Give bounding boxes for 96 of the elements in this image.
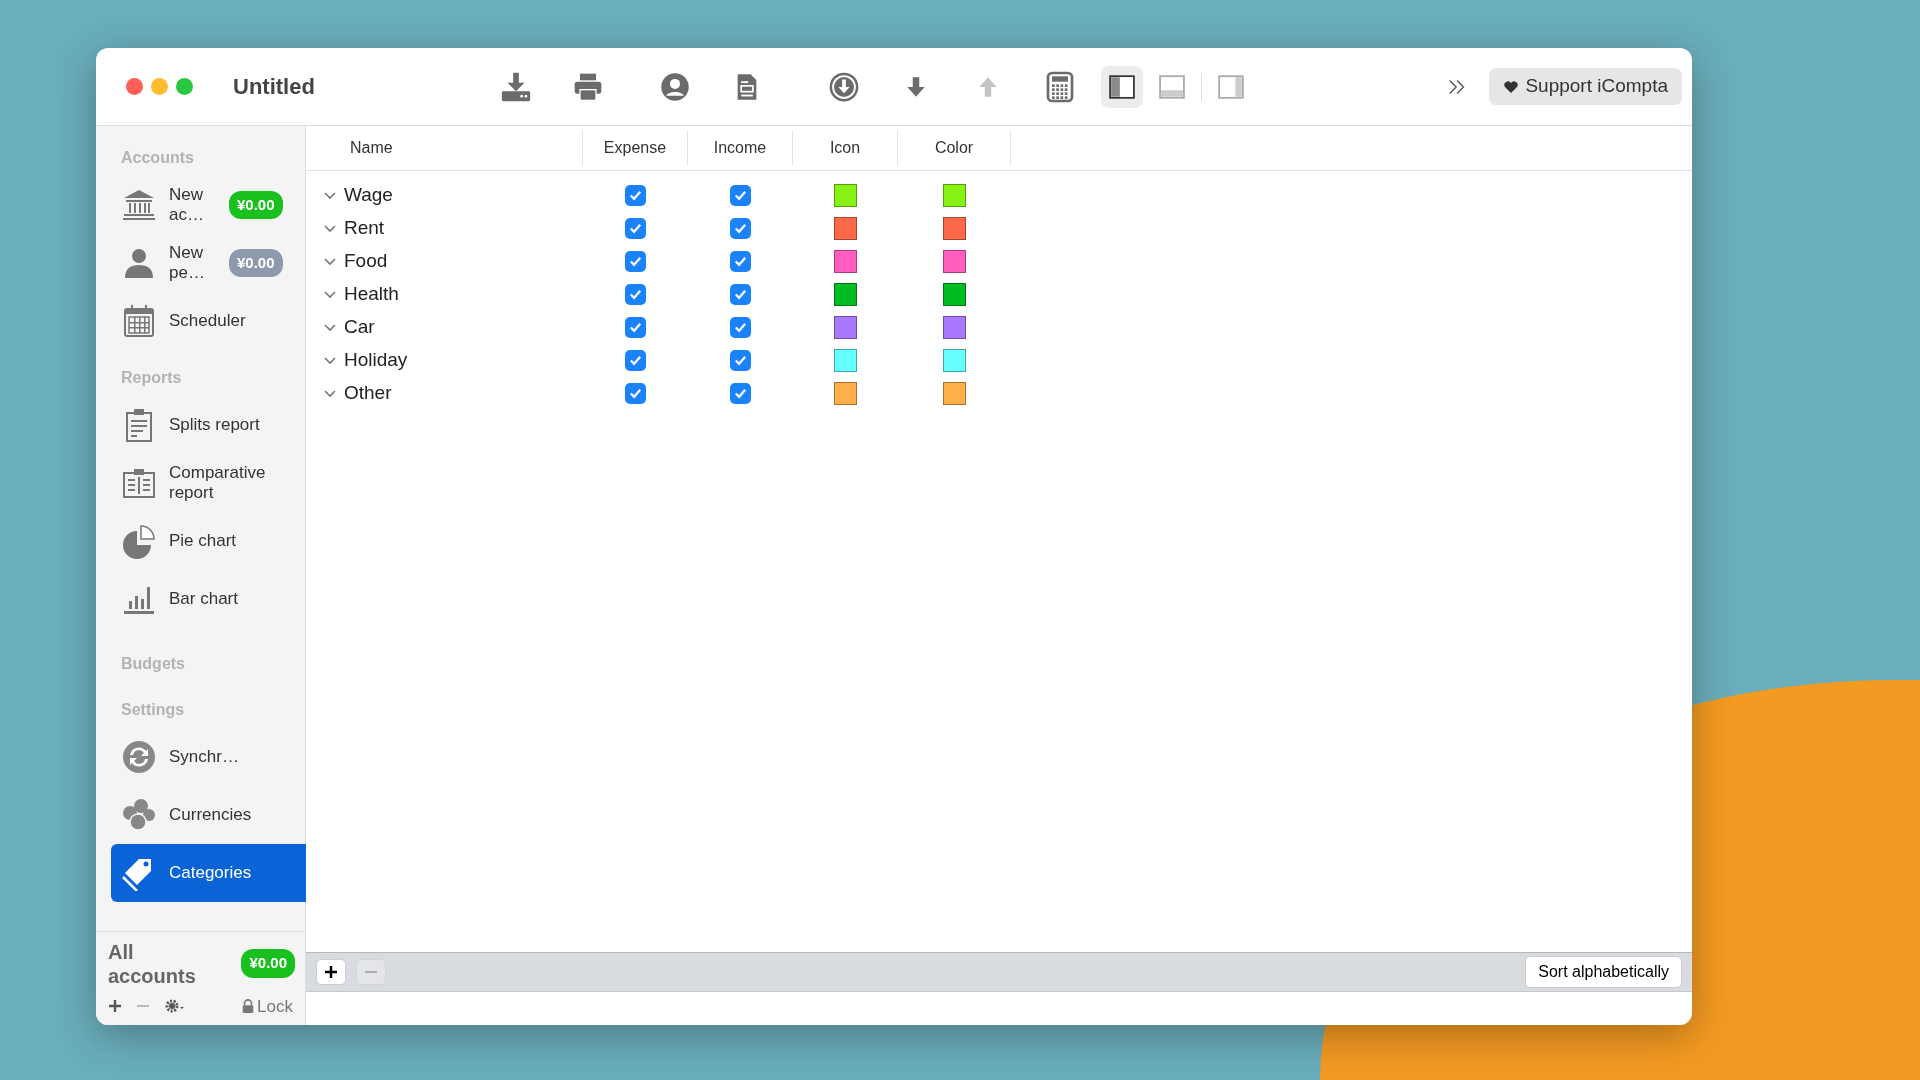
checkmark-icon [733, 221, 748, 236]
sidebar-item[interactable]: Currencies [96, 786, 305, 844]
color-swatch[interactable] [943, 349, 966, 372]
pie-icon [121, 523, 157, 559]
checkbox[interactable] [625, 284, 646, 305]
checkmark-icon [733, 287, 748, 302]
minus-icon [136, 1005, 150, 1008]
square-icon[interactable] [834, 349, 857, 372]
color-swatch[interactable] [943, 184, 966, 207]
category-name: Holiday [344, 348, 408, 373]
sidebar-item[interactable]: Synchr… [96, 728, 305, 786]
checkbox[interactable] [625, 383, 646, 404]
sidebar-item[interactable]: Scheduler [96, 292, 305, 350]
sidebar-item[interactable]: New ac… ¥0.00 [96, 176, 305, 234]
heart-icon [1503, 78, 1520, 95]
column-header[interactable]: Expense [583, 130, 688, 166]
checkbox[interactable] [625, 251, 646, 272]
panel-bottom-icon [1158, 73, 1185, 100]
lock-button[interactable]: Lock [241, 993, 293, 1019]
checkbox[interactable] [730, 350, 751, 371]
sidebar-item[interactable]: New pe… ¥0.00 [96, 234, 305, 292]
column-header[interactable]: Income [688, 130, 793, 166]
checkbox[interactable] [730, 251, 751, 272]
settings-icon [164, 998, 186, 1015]
square-icon[interactable] [834, 250, 857, 273]
checkmark-icon [733, 254, 748, 269]
checkmark-icon [628, 386, 643, 401]
checkbox[interactable] [625, 185, 646, 206]
checkmark-icon [733, 188, 748, 203]
sidebar-item[interactable]: Pie chart [96, 512, 305, 570]
checkbox[interactable] [625, 350, 646, 371]
category-name: Health [344, 282, 399, 307]
zoom-button[interactable] [176, 78, 193, 95]
lock-icon [241, 998, 256, 1015]
category-name: Car [344, 315, 375, 340]
color-swatch[interactable] [943, 316, 966, 339]
color-swatch[interactable] [943, 283, 966, 306]
sync-icon [121, 739, 157, 775]
sidebar-right-icon [1217, 73, 1244, 100]
plus-icon [108, 999, 122, 1014]
checkbox[interactable] [730, 185, 751, 206]
checkmark-icon [628, 221, 643, 236]
checkbox[interactable] [730, 383, 751, 404]
checkmark-icon [733, 386, 748, 401]
sidebar-left-icon [1108, 73, 1135, 100]
checkmark-icon [628, 353, 643, 368]
category-name: Wage [344, 183, 393, 208]
column-header[interactable]: Icon [793, 130, 898, 166]
sidebar-item[interactable]: Comparative report [96, 454, 305, 512]
plus-icon [324, 965, 338, 979]
support-button[interactable]: Support iCompta [1489, 68, 1682, 105]
column-header[interactable]: Color [898, 130, 1011, 166]
checkbox[interactable] [730, 218, 751, 239]
checkbox[interactable] [625, 218, 646, 239]
color-swatch[interactable] [943, 217, 966, 240]
calendar-icon [121, 303, 157, 339]
square-icon[interactable] [834, 382, 857, 405]
checkmark-icon [733, 353, 748, 368]
close-button[interactable] [126, 78, 143, 95]
sidebar-item[interactable]: Bar chart [96, 570, 305, 628]
color-swatch[interactable] [943, 382, 966, 405]
checkbox[interactable] [625, 317, 646, 338]
checkmark-icon [628, 254, 643, 269]
checkbox[interactable] [730, 317, 751, 338]
bank-icon [121, 187, 157, 223]
checkmark-icon [628, 320, 643, 335]
category-name: Rent [344, 216, 385, 241]
category-name: Other [344, 381, 392, 406]
sort-button[interactable]: Sort alphabetically [1525, 956, 1682, 988]
view-button[interactable] [1100, 65, 1143, 108]
add-button[interactable] [108, 999, 122, 1014]
balance-badge: ¥0.00 [241, 949, 295, 978]
square-icon[interactable] [834, 316, 857, 339]
window-title: Untitled [233, 73, 315, 101]
checkbox[interactable] [730, 284, 751, 305]
balance-badge: ¥0.00 [229, 190, 283, 220]
checkmark-icon [628, 287, 643, 302]
gear-button[interactable] [164, 998, 186, 1015]
minus-icon [364, 971, 378, 973]
checkmark-icon [733, 320, 748, 335]
square-icon[interactable] [834, 217, 857, 240]
category-name: Food [344, 249, 388, 274]
section-header: Reports [120, 368, 183, 388]
column-header[interactable]: Name [306, 130, 583, 166]
sidebar-item[interactable]: Categories [111, 844, 306, 902]
square-icon[interactable] [834, 283, 857, 306]
balance-badge: ¥0.00 [229, 248, 283, 278]
sidebar-item[interactable]: Splits report [96, 396, 305, 454]
section-header: Budgets [120, 654, 186, 674]
section-header: Accounts [120, 148, 195, 168]
checkmark-icon [628, 188, 643, 203]
section-header: Settings [120, 700, 186, 720]
coins-icon [121, 797, 157, 833]
total-label: All accounts [108, 939, 197, 988]
color-swatch[interactable] [943, 250, 966, 273]
square-icon[interactable] [834, 184, 857, 207]
